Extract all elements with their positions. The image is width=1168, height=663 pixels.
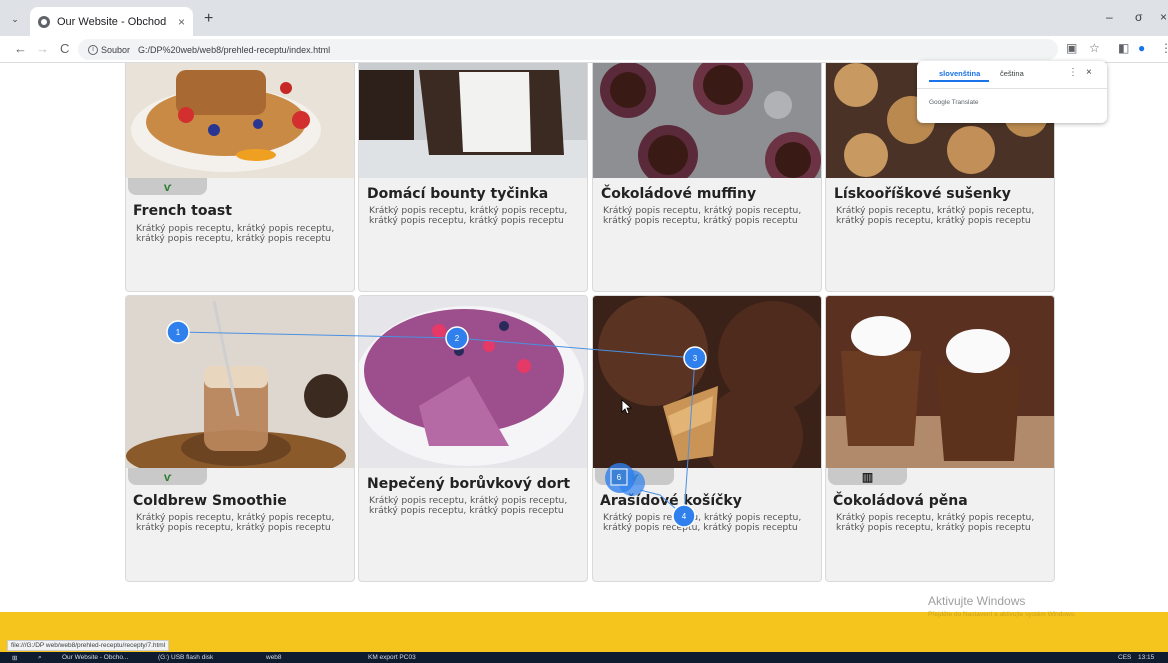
- recipe-title[interactable]: Arašídové košíčky: [600, 493, 742, 509]
- recipe-description: Krátký popis receptu, krátký popis recep…: [136, 223, 335, 244]
- recipe-title[interactable]: Nepečený borůvkový dort: [367, 476, 570, 492]
- minimize-button[interactable]: –: [1106, 10, 1113, 24]
- profile-icon[interactable]: ●: [1138, 41, 1145, 55]
- translate-icon[interactable]: ▣: [1066, 41, 1077, 55]
- taskbar-item[interactable]: (G:) USB flash disk: [158, 654, 213, 661]
- recipe-title[interactable]: Lískooříškové sušenky: [834, 186, 1011, 202]
- recipe-title[interactable]: French toast: [133, 203, 232, 219]
- browser-toolbar: ← → C i Soubor G:/DP%20web/web8/prehled-…: [0, 36, 1168, 63]
- taskbar-item[interactable]: web8: [266, 654, 282, 661]
- divider: [917, 88, 1107, 89]
- tab-title: Our Website - Obchod: [57, 15, 167, 28]
- recipe-title[interactable]: Domácí bounty tyčinka: [367, 186, 548, 202]
- reload-button[interactable]: C: [60, 41, 69, 57]
- google-translate-label: Google Translate: [929, 99, 979, 106]
- star-icon[interactable]: ☆: [1089, 41, 1100, 55]
- recipe-description: Krátký popis receptu, krátký popis recep…: [369, 495, 568, 516]
- recipe-title[interactable]: Coldbrew Smoothie: [133, 493, 287, 509]
- input-language[interactable]: CES: [1118, 654, 1131, 661]
- windows-activate-subtitle: Přejděte do Nastavení a aktivujte systém…: [928, 611, 1076, 618]
- book-icon: ▥: [861, 469, 874, 484]
- vegan-badge: ⱱ: [128, 178, 207, 195]
- recipe-description: Krátký popis receptu, krátký popis recep…: [836, 205, 1035, 226]
- url-text[interactable]: G:/DP%20web/web8/prehled-receptu/index.h…: [138, 45, 330, 55]
- tab-search-button[interactable]: ⌄: [9, 13, 21, 25]
- tab-lang-slovak[interactable]: slovenština: [939, 69, 980, 78]
- restore-button[interactable]: σ: [1135, 10, 1142, 24]
- windows-taskbar: ⊞ ⌕ Our Website - Obcho... (G:) USB flas…: [0, 652, 1168, 663]
- address-bar[interactable]: i Soubor G:/DP%20web/web8/prehled-recept…: [78, 39, 1058, 60]
- site-footer: [0, 612, 1168, 652]
- recipe-card[interactable]: ⱱ Coldbrew Smoothie Krátký popis receptu…: [125, 295, 355, 582]
- sidebar-icon[interactable]: ◧: [1118, 41, 1129, 55]
- recipe-card[interactable]: ⱱ Arašídové košíčky Krátký popis receptu…: [592, 295, 822, 582]
- back-button[interactable]: ←: [14, 41, 27, 57]
- clock[interactable]: 13:15: [1138, 654, 1154, 661]
- tab-strip: ⌄ Our Website - Obchod × + – σ ×: [0, 0, 1168, 36]
- taskbar-item[interactable]: Our Website - Obcho...: [62, 654, 128, 661]
- recipe-image: [126, 63, 354, 178]
- recipe-image: [359, 63, 587, 178]
- recipe-description: Krátký popis receptu, krátký popis recep…: [369, 205, 568, 226]
- recipe-card[interactable]: ▥ Čokoládová pěna Krátký popis receptu, …: [825, 295, 1055, 582]
- globe-icon: [38, 15, 50, 28]
- search-icon[interactable]: ⌕: [38, 654, 42, 662]
- recipe-image: [359, 296, 587, 468]
- page-content: ⱱ French toast Krátký popis receptu, krá…: [0, 63, 1168, 612]
- recipe-image: [826, 296, 1054, 468]
- taskbar-item[interactable]: KM export PC03: [368, 654, 416, 661]
- recipe-title[interactable]: Čokoládová pěna: [833, 493, 968, 509]
- window-close-button[interactable]: ×: [1160, 10, 1167, 24]
- recipe-card[interactable]: Čokoládové muffiny Krátký popis receptu,…: [592, 63, 822, 292]
- recipe-title[interactable]: Čokoládové muffiny: [601, 186, 756, 202]
- category-badge: ▥: [828, 468, 907, 485]
- more-options-icon[interactable]: ⋮: [1068, 67, 1078, 78]
- leaf-icon: ⱱ: [163, 469, 172, 484]
- site-info-icon[interactable]: i: [88, 44, 98, 55]
- browser-tab-active[interactable]: Our Website - Obchod ×: [30, 7, 193, 36]
- forward-button[interactable]: →: [36, 41, 49, 57]
- new-tab-button[interactable]: +: [204, 11, 213, 27]
- site-info-chip[interactable]: Soubor: [101, 45, 130, 55]
- recipe-image: [126, 296, 354, 468]
- recipe-image: [593, 63, 821, 178]
- recipe-description: Krátký popis receptu, krátký popis recep…: [603, 512, 802, 533]
- recipe-description: Krátký popis receptu, krátký popis recep…: [836, 512, 1035, 533]
- translate-popup: slovenština čeština ⋮ × Google Translate: [917, 61, 1107, 123]
- recipe-description: Krátký popis receptu, krátký popis recep…: [136, 512, 335, 533]
- close-icon[interactable]: ×: [1086, 67, 1092, 78]
- tab-lang-czech[interactable]: čeština: [1000, 69, 1024, 78]
- windows-activate-title: Aktivujte Windows: [928, 594, 1026, 608]
- menu-icon[interactable]: ⋮: [1160, 41, 1168, 55]
- tab-close-button[interactable]: ×: [178, 15, 185, 29]
- status-bar-url: file:///G:/DP web/web8/prehled-receptu/r…: [7, 640, 170, 651]
- windows-start-icon[interactable]: ⊞: [12, 654, 17, 662]
- leaf-icon: ⱱ: [630, 469, 639, 484]
- active-tab-underline: [929, 80, 989, 82]
- recipe-card[interactable]: ⱱ French toast Krátký popis receptu, krá…: [125, 63, 355, 292]
- recipe-card[interactable]: Domácí bounty tyčinka Krátký popis recep…: [358, 63, 588, 292]
- vegan-badge: ⱱ: [595, 468, 674, 485]
- vegan-badge: ⱱ: [128, 468, 207, 485]
- recipe-image: [593, 296, 821, 468]
- leaf-icon: ⱱ: [163, 179, 172, 194]
- recipe-description: Krátký popis receptu, krátký popis recep…: [603, 205, 802, 226]
- recipe-card[interactable]: Nepečený borůvkový dort Krátký popis rec…: [358, 295, 588, 582]
